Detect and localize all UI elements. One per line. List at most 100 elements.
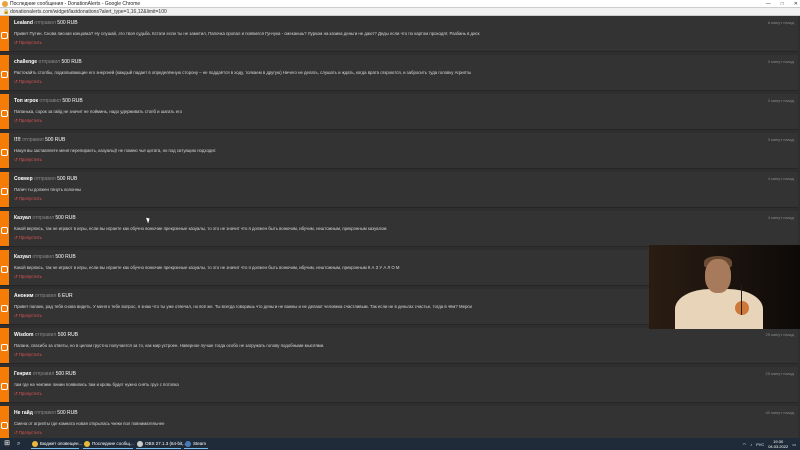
clock-date: 04.03.2022 <box>768 444 789 449</box>
donor-name: Wisdom <box>14 332 34 338</box>
accent-bar <box>0 133 9 168</box>
skip-label: Пропустить <box>18 40 42 45</box>
skip-link[interactable]: ↺ Пропустить <box>14 274 42 280</box>
person-head <box>705 259 731 293</box>
close-button[interactable]: ✕ <box>794 0 798 8</box>
donation-icon <box>1 422 8 429</box>
donation-time: 4 минут назад <box>767 176 794 181</box>
donation-amount: 500 RUB <box>55 254 76 260</box>
donation-row: Генрих отправил 500 RUB 25 минут назад там… <box>0 367 798 403</box>
donation-amount: 500 RUB <box>62 98 83 104</box>
skip-link[interactable]: ↺ Пропустить <box>14 391 42 397</box>
volume-icon[interactable]: ♪ <box>750 442 752 447</box>
donation-icon <box>1 305 8 312</box>
shirt-logo <box>735 301 749 315</box>
donation-row: Топ игрок отправил 500 RUB 3 минут назад П… <box>0 94 798 130</box>
skip-link[interactable]: ↺ Пропустить <box>14 313 42 319</box>
accent-bar <box>0 367 9 402</box>
taskbar-item-label: Steam <box>193 441 207 446</box>
windows-icon[interactable]: ⊞ <box>3 440 11 448</box>
taskbar-item-label: Последние сообщ... <box>92 441 134 446</box>
taskbar-item-label: OBS 27.1.3 (64-bit,... <box>145 441 188 446</box>
skip-link[interactable]: ↺ Пропустить <box>14 79 42 85</box>
donation-row: Сокмер отправил 500 RUB 4 минут назад Папи… <box>0 172 798 208</box>
skip-link[interactable]: ↺ Пропустить <box>14 235 42 241</box>
minimize-button[interactable]: — <box>766 0 771 8</box>
wifi-icon[interactable]: ◠ <box>743 442 747 447</box>
donation-icon <box>1 110 8 117</box>
donation-time: 25 минут назад <box>765 371 794 376</box>
donation-row: Казуал отправил 500 RUB 4 минут назад Како… <box>0 211 798 247</box>
donation-time: 25 минут назад <box>765 332 794 337</box>
accent-bar <box>0 16 9 51</box>
donation-icon <box>1 32 8 39</box>
donation-time: 4 минут назад <box>767 215 794 220</box>
donor-name: challenge <box>14 59 38 65</box>
clock[interactable]: 19:30 04.03.2022 <box>768 439 788 449</box>
sent-label: отправил <box>34 20 56 26</box>
lock-icon: 🔒 <box>3 9 10 15</box>
accent-bar <box>0 172 9 207</box>
taskbar-item-obs[interactable]: OBS 27.1.3 (64-bit,... <box>136 439 187 449</box>
skip-link[interactable]: ↺ Пропустить <box>14 118 42 124</box>
donation-amount: 500 RUB <box>57 410 78 416</box>
donation-time: 3 минут назад <box>767 137 794 142</box>
skip-link[interactable]: ↺ Пропустить <box>14 430 42 436</box>
skip-link[interactable]: ↺ Пропустить <box>14 157 42 163</box>
donation-header: !!!! отправил 500 RUB <box>14 137 65 144</box>
donation-time: 3 минут назад <box>767 59 794 64</box>
accent-bar <box>0 328 9 363</box>
chrome-icon <box>2 1 8 7</box>
donation-amount: 500 RUB <box>45 137 66 143</box>
donation-row: !!!! отправил 500 RUB 3 минут назад Накуя … <box>0 133 798 169</box>
donation-message: Папич ты должен тянуть колонны <box>14 187 82 192</box>
skip-label: Пропустить <box>18 352 42 357</box>
donation-row: challenge отправил 500 RUB 3 минут назад Р… <box>0 55 798 91</box>
skip-label: Пропустить <box>18 235 42 240</box>
skip-link[interactable]: ↺ Пропустить <box>14 40 42 46</box>
donation-icon <box>1 71 8 78</box>
notifications-icon[interactable]: ▭ <box>792 442 796 447</box>
accent-bar <box>0 55 9 90</box>
person-body <box>675 289 763 329</box>
donation-row: Wisdom отправил 500 RUB 25 минут назад Пап… <box>0 328 798 364</box>
window-title: Последние сообщения - DonationAlerts - G… <box>10 1 141 7</box>
sent-label: отправил <box>32 254 54 260</box>
accent-bar <box>0 406 9 438</box>
address-bar[interactable]: 🔒 donationalerts.com/widget/lastdonation… <box>0 8 800 16</box>
accent-bar <box>0 289 9 324</box>
language-indicator[interactable]: РУС <box>756 442 764 447</box>
search-icon[interactable]: ⌕ <box>17 440 25 448</box>
donation-message: Папанька, сорок за гайд не значит не пой… <box>14 109 182 114</box>
taskbar: ⊞ ⌕ Бюджет оповещен... Последние сообщ..… <box>0 438 800 450</box>
donor-name: Не гайд <box>14 410 33 416</box>
donation-header: Сокмер отправил 500 RUB <box>14 176 77 183</box>
url-text[interactable]: donationalerts.com/widget/lastdonations?… <box>10 8 167 16</box>
taskbar-item-steam[interactable]: Steam <box>184 439 208 449</box>
skip-link[interactable]: ↺ Пропустить <box>14 196 42 202</box>
window-controls: — □ ✕ <box>766 0 798 8</box>
maximize-button[interactable]: □ <box>781 0 784 8</box>
donor-name: Казуал <box>14 254 31 260</box>
sent-label: отправил <box>34 410 56 416</box>
donor-name: Аноним <box>14 293 34 299</box>
donation-row: Lealand отправил 500 RUB 6 минут назад При… <box>0 16 798 52</box>
skip-label: Пропустить <box>18 313 42 318</box>
donation-icon <box>1 149 8 156</box>
chrome-icon <box>84 441 90 447</box>
taskbar-item-chrome-1[interactable]: Бюджет оповещен... <box>31 439 82 449</box>
donation-icon <box>1 383 8 390</box>
donor-name: Lealand <box>14 20 33 26</box>
chrome-icon <box>32 441 38 447</box>
skip-link[interactable]: ↺ Пропустить <box>14 352 42 358</box>
donation-header: Топ игрок отправил 500 RUB <box>14 98 83 105</box>
taskbar-item-chrome-2[interactable]: Последние сообщ... <box>83 439 134 449</box>
donor-name: Казуал <box>14 215 31 221</box>
skip-label: Пропустить <box>18 118 42 123</box>
sent-label: отправил <box>39 98 61 104</box>
obs-icon <box>137 441 143 447</box>
donor-name: Сокмер <box>14 176 33 182</box>
donation-amount: 500 RUB <box>55 371 76 377</box>
headphone-cable <box>741 285 742 315</box>
donation-message: Папанк, спасибо за ответы, но в целом гр… <box>14 343 325 348</box>
